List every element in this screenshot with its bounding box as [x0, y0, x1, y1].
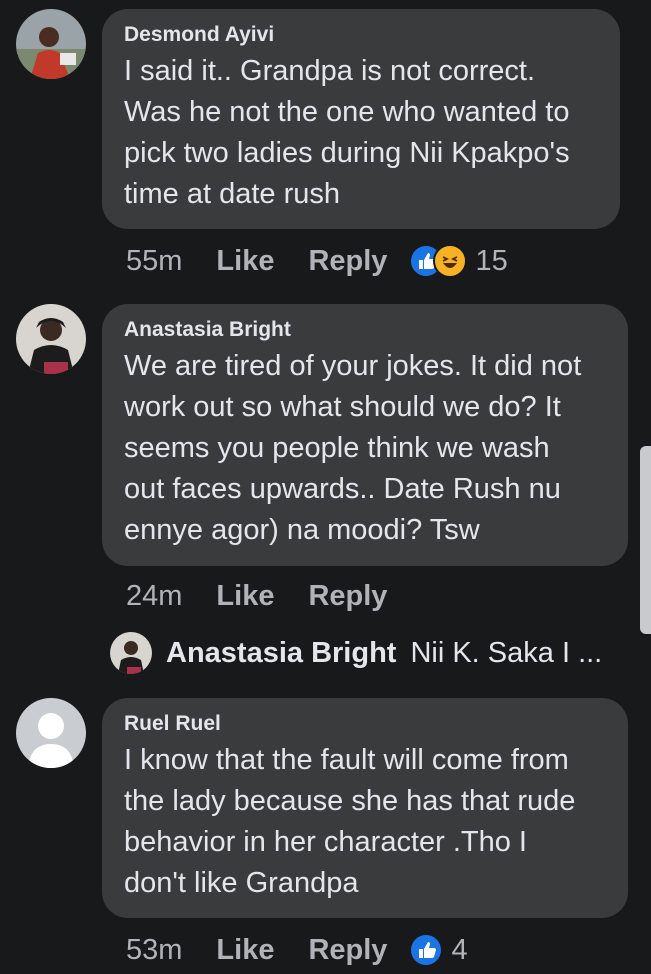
profile-photo-icon	[16, 9, 86, 79]
comment-time[interactable]: 55m	[126, 245, 182, 278]
comment-line: ennye agor) na moodi? Tsw	[124, 514, 480, 546]
reaction-summary[interactable]: 15	[409, 244, 508, 278]
comment-time[interactable]: 53m	[126, 934, 182, 967]
comment-actions: 53m Like Reply 4	[126, 933, 468, 967]
comment-line: work out so what should we do? It	[124, 391, 561, 423]
comment-bubble: Anastasia Bright We are tired of your jo…	[102, 304, 628, 566]
comment-author[interactable]: Desmond Ayivi	[124, 23, 598, 47]
comment-text: We are tired of your jokes. It did not w…	[124, 346, 606, 551]
reply-button[interactable]: Reply	[308, 580, 387, 613]
like-button[interactable]: Like	[216, 245, 274, 278]
avatar-desmond-ayivi[interactable]	[16, 9, 86, 79]
comment-bubble: Ruel Ruel I know that the fault will com…	[102, 698, 628, 918]
comment-line: don't like Grandpa	[124, 867, 359, 899]
comment-text: I said it.. Grandpa is not correct. Was …	[124, 51, 598, 215]
reply-preview[interactable]: Anastasia Bright Nii K. Saka I ...	[110, 632, 602, 674]
comment-line: out faces upwards.. Date Rush nu	[124, 473, 561, 505]
reply-author[interactable]: Anastasia Bright	[166, 637, 396, 670]
comment-line: I know that the fault will come from	[124, 744, 569, 776]
profile-photo-icon	[16, 304, 86, 374]
reply-avatar	[110, 632, 152, 674]
comment-line: I said it.. Grandpa is not correct.	[124, 55, 536, 87]
comment-line: time at date rush	[124, 178, 340, 210]
like-button[interactable]: Like	[216, 580, 274, 613]
reaction-count: 15	[475, 244, 508, 277]
comment-author[interactable]: Ruel Ruel	[124, 712, 606, 736]
scrollbar[interactable]	[640, 446, 651, 634]
avatar-anastasia-bright[interactable]	[16, 304, 86, 374]
profile-photo-icon	[110, 632, 152, 674]
comment-line: seems you people think we wash	[124, 432, 550, 464]
comment-actions: 55m Like Reply 15	[126, 244, 508, 278]
comment-actions: 24m Like Reply	[126, 580, 387, 613]
comment-line: behavior in her character .Tho I	[124, 826, 527, 858]
comment-text: I know that the fault will come from the…	[124, 740, 606, 904]
comment-line: the lady because she has that rude	[124, 785, 576, 817]
haha-reaction-icon	[433, 244, 468, 278]
reaction-count: 4	[451, 933, 468, 966]
avatar-ruel-ruel[interactable]	[16, 698, 86, 768]
like-button[interactable]: Like	[216, 934, 274, 967]
comment-line: We are tired of your jokes. It did not	[124, 350, 582, 382]
default-avatar-icon	[16, 698, 86, 768]
reply-button[interactable]: Reply	[308, 245, 387, 278]
comment-author[interactable]: Anastasia Bright	[124, 318, 606, 342]
reply-button[interactable]: Reply	[308, 934, 387, 967]
comment-time[interactable]: 24m	[126, 580, 182, 613]
reaction-summary[interactable]: 4	[409, 933, 468, 967]
comment-line: pick two ladies during Nii Kpakpo's	[124, 137, 570, 169]
reply-text: Nii K. Saka I ...	[410, 636, 603, 669]
like-reaction-icon	[409, 933, 444, 967]
comment-line: Was he not the one who wanted to	[124, 96, 570, 128]
comment-bubble: Desmond Ayivi I said it.. Grandpa is not…	[102, 9, 620, 229]
